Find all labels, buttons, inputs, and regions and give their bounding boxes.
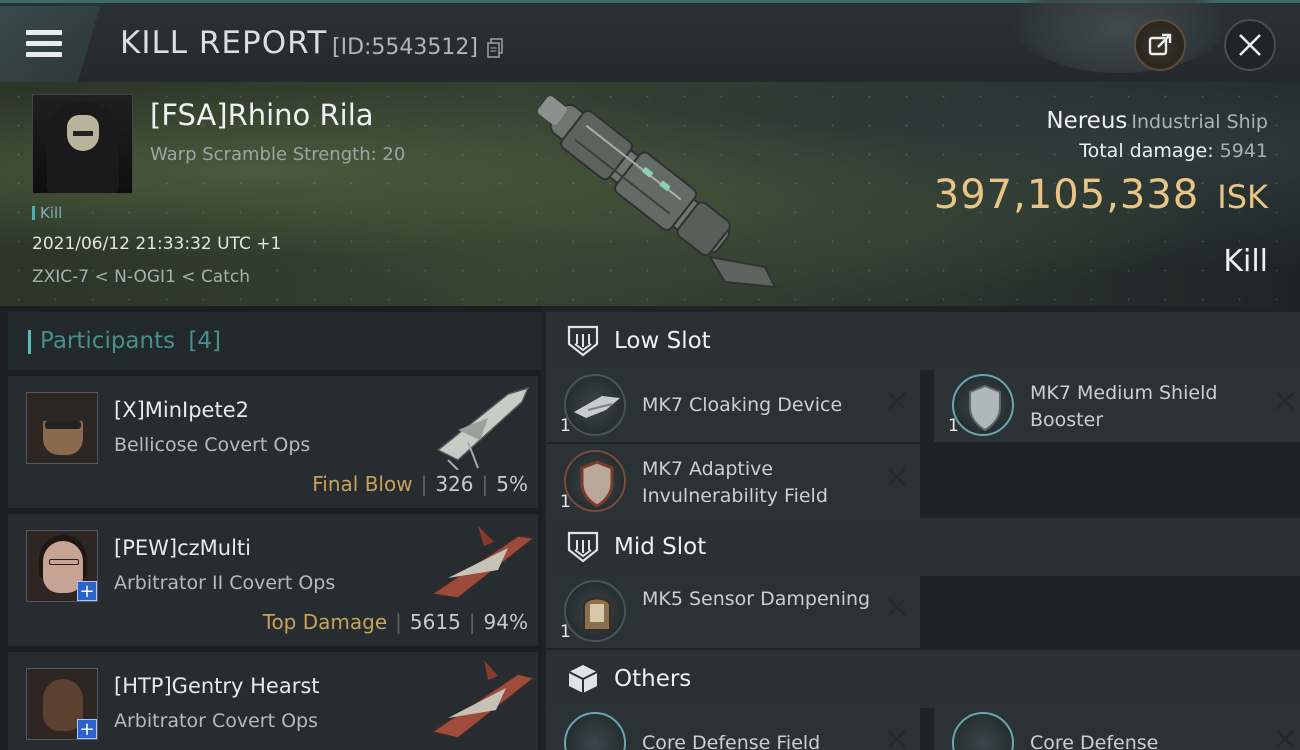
core-defense-field-icon — [564, 712, 626, 750]
ship-icon — [436, 386, 530, 470]
mid-slot-label: Mid Slot — [614, 534, 707, 560]
participant-ship: Arbitrator Covert Ops — [114, 710, 319, 732]
participant-percent: 5% — [496, 472, 528, 496]
module-name: Core Defense Field — [642, 732, 821, 750]
background-planet — [1010, 0, 1230, 73]
menu-button[interactable] — [0, 6, 100, 82]
top-bar: KILL REPORT [ID:5543512] — [0, 0, 1300, 82]
participant-damage: 5615 — [409, 610, 461, 634]
module-name: MK7 Cloaking Device — [642, 394, 843, 416]
others-header: Others — [546, 650, 1300, 708]
cube-icon — [568, 665, 598, 693]
plus-icon: + — [77, 719, 97, 739]
participant-name[interactable]: [HTP]Gentry Hearst — [114, 674, 320, 698]
participant-stats: Top Damage | 5615 | 94% — [262, 610, 528, 634]
participants-title: Participants — [40, 328, 176, 354]
participant-stats: Final Blow | 326 | 5% — [312, 472, 528, 496]
victim-ship-image — [537, 96, 777, 289]
share-icon — [1148, 33, 1172, 56]
close-icon[interactable] — [886, 466, 908, 488]
module-item[interactable]: 1 MK7 Adaptive Invulnerability Field — [546, 444, 920, 518]
close-icon[interactable] — [886, 390, 908, 412]
module-item[interactable]: 1 MK7 Medium Shield Booster — [934, 368, 1300, 442]
kill-time: 2021/06/12 21:33:32 UTC +1 — [32, 234, 282, 254]
total-damage-line: Total damage: 5941 — [1079, 140, 1268, 162]
hamburger-icon — [26, 30, 62, 58]
participant-name[interactable]: [X]MinIpete2 — [114, 398, 249, 422]
total-damage-value: 5941 — [1219, 140, 1268, 162]
mid-slot-header: Mid Slot — [546, 518, 1300, 576]
victim-banner: [FSA]Rhino Rila Warp Scramble Strength: … — [0, 82, 1300, 306]
fitting-panel: Low Slot 1 MK7 Cloaking Device 1 MK7 Med… — [542, 306, 1300, 750]
victim-portrait[interactable] — [32, 94, 133, 194]
victim-ship-line: Nereus Industrial Ship — [1046, 108, 1268, 134]
others-label: Others — [614, 666, 692, 692]
top-damage-tag: Top Damage — [262, 610, 388, 634]
module-item[interactable]: 1 MK5 Sensor Dampening — [546, 574, 920, 648]
victim-subtitle: Warp Scramble Strength: 20 — [150, 144, 406, 165]
ship-icon — [429, 526, 536, 599]
close-icon[interactable] — [886, 596, 908, 618]
result-label: Kill — [1223, 244, 1268, 279]
final-blow-tag: Final Blow — [312, 472, 413, 496]
close-icon — [1239, 34, 1261, 56]
participants-header: Participants [4] — [8, 312, 542, 370]
kill-tag: Kill — [32, 204, 62, 222]
close-icon[interactable] — [1274, 728, 1296, 750]
cloaking-device-icon — [564, 374, 626, 436]
share-button[interactable] — [1134, 19, 1186, 71]
avatar[interactable]: + — [26, 668, 98, 740]
isk-line: 397,105,338 ISK — [934, 172, 1268, 218]
invulnerability-field-icon — [564, 450, 626, 512]
module-qty: 1 — [948, 416, 959, 436]
ship-icon — [430, 660, 536, 739]
low-slot-header: Low Slot — [546, 312, 1300, 370]
module-qty: 1 — [560, 492, 571, 512]
victim-ship-name[interactable]: Nereus — [1046, 108, 1127, 134]
participant-damage: 326 — [435, 472, 474, 496]
kill-location[interactable]: ZXIC-7 < N-OGI1 < Catch — [32, 267, 250, 287]
participant-row[interactable]: + [PEW]czMulti Arbitrator II Covert Ops … — [8, 514, 538, 646]
sensor-dampener-icon — [564, 580, 626, 642]
module-qty: 1 — [560, 622, 571, 642]
close-icon[interactable] — [886, 728, 908, 750]
module-item[interactable]: Core Defense — [934, 706, 1300, 750]
low-slot-icon — [567, 325, 599, 357]
victim-ship-type: Industrial Ship — [1131, 111, 1268, 133]
module-qty: 1 — [560, 416, 571, 436]
plus-icon: + — [77, 581, 97, 601]
participant-ship: Bellicose Covert Ops — [114, 434, 311, 456]
total-damage-label: Total damage: — [1079, 140, 1214, 162]
victim-name[interactable]: [FSA]Rhino Rila — [150, 98, 374, 132]
module-name: MK7 Adaptive Invulnerability Field — [642, 458, 828, 507]
shield-booster-icon — [952, 374, 1014, 436]
participants-count: [4] — [188, 328, 222, 354]
page-title: KILL REPORT — [120, 25, 328, 61]
module-name: MK5 Sensor Dampening — [642, 588, 871, 610]
copy-icon[interactable] — [487, 38, 503, 58]
report-id: [ID:5543512] — [332, 35, 478, 60]
participant-ship: Arbitrator II Covert Ops — [114, 572, 336, 594]
isk-value: 397,105,338 — [933, 172, 1200, 218]
core-defense-icon — [952, 712, 1014, 750]
module-name: Core Defense — [1030, 732, 1159, 750]
participant-row[interactable]: + [HTP]Gentry Hearst Arbitrator Covert O… — [8, 652, 538, 750]
participant-name[interactable]: [PEW]czMulti — [114, 536, 251, 560]
module-item[interactable]: Core Defense Field — [546, 706, 920, 750]
mid-slot-icon — [567, 531, 599, 563]
participant-percent: 94% — [483, 610, 528, 634]
isk-unit: ISK — [1217, 178, 1268, 216]
avatar[interactable] — [26, 392, 98, 464]
low-slot-label: Low Slot — [614, 328, 711, 354]
close-icon[interactable] — [1274, 390, 1296, 412]
avatar[interactable]: + — [26, 530, 98, 602]
module-name: MK7 Medium Shield Booster — [1030, 382, 1218, 431]
participant-row[interactable]: [X]MinIpete2 Bellicose Covert Ops Final … — [8, 376, 538, 508]
participants-panel: Participants [4] [X]MinIpete2 Bellicose … — [0, 306, 542, 750]
module-item[interactable]: 1 MK7 Cloaking Device — [546, 368, 920, 442]
close-button[interactable] — [1224, 19, 1276, 71]
